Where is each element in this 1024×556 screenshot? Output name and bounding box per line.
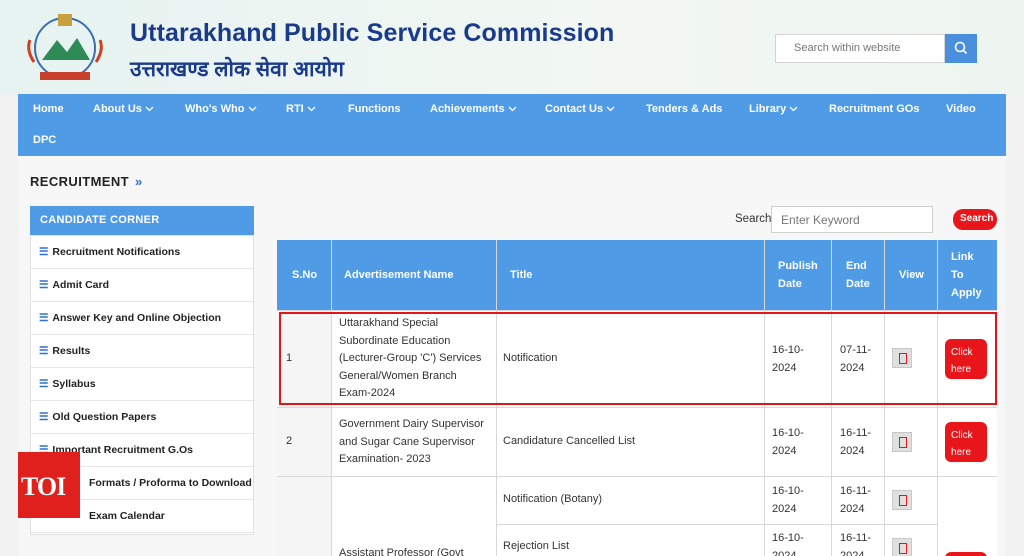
grid-line bbox=[496, 524, 937, 525]
row4-apply-button[interactable] bbox=[945, 552, 987, 556]
sidebar-item-admit-card[interactable]: ☰ Admit Card bbox=[31, 269, 255, 302]
sidebar-item-recruitment-notifications[interactable]: ☰ Recruitment Notifications bbox=[31, 236, 255, 269]
grid-line bbox=[277, 407, 997, 408]
row3-advertisement-name: Assistant Professor (Govt bbox=[339, 547, 464, 556]
menu-bars-icon: ☰ bbox=[39, 279, 49, 291]
header-view: View bbox=[899, 269, 924, 281]
nav-rti[interactable]: RTI bbox=[286, 103, 316, 115]
menu-bars-icon: ☰ bbox=[39, 345, 49, 357]
menu-bars-icon: ☰ bbox=[39, 312, 49, 324]
table-search-label: Search bbox=[735, 213, 772, 225]
row2-publish-date: 16-10- 2024 bbox=[772, 427, 804, 457]
chevron-down-icon bbox=[145, 106, 154, 112]
menu-bars-icon: ☰ bbox=[39, 246, 49, 258]
nav-contact-us[interactable]: Contact Us bbox=[545, 103, 615, 115]
site-title-english: Uttarakhand Public Service Commission bbox=[130, 19, 615, 47]
nav-dpc[interactable]: DPC bbox=[33, 134, 56, 146]
emblem-logo[interactable] bbox=[22, 10, 108, 86]
row2-sno: 2 bbox=[286, 435, 293, 447]
row4-publish-date: 16-10- 2024 bbox=[772, 532, 804, 556]
header-link-to-apply: Link To Apply bbox=[951, 251, 982, 299]
nav-home[interactable]: Home bbox=[33, 103, 64, 115]
chevron-down-icon bbox=[508, 106, 517, 112]
header-advertisement-name: Advertisement Name bbox=[344, 269, 454, 281]
menu-bars-icon: ☰ bbox=[39, 378, 49, 390]
pdf-icon[interactable] bbox=[892, 432, 912, 452]
grid-line bbox=[277, 476, 997, 477]
double-chevron-icon: » bbox=[135, 174, 143, 189]
header-end-date: End Date bbox=[846, 260, 870, 290]
nav-whos-who[interactable]: Who's Who bbox=[185, 103, 257, 115]
row4-title: Rejection List bbox=[503, 540, 570, 552]
row2-advertisement-name: Government Dairy Supervisor and Sugar Can… bbox=[339, 418, 484, 465]
pdf-icon[interactable] bbox=[892, 538, 912, 556]
table-search-input[interactable]: Enter Keyword bbox=[771, 206, 933, 233]
nav-recruitment-gos[interactable]: Recruitment GOs bbox=[829, 103, 919, 115]
row-highlight-box bbox=[279, 312, 997, 405]
header-title: Title bbox=[510, 269, 533, 281]
row3-publish-date: 16-10- 2024 bbox=[772, 485, 804, 515]
site-header: Uttarakhand Public Service Commission उत… bbox=[0, 0, 1024, 94]
sidebar-item-old-question-papers[interactable]: ☰ Old Question Papers bbox=[31, 401, 255, 434]
main-nav: Home About Us Who's Who RTI Functions Ac… bbox=[18, 94, 1006, 156]
site-search-input[interactable]: Search within website bbox=[775, 34, 945, 63]
toi-watermark-logo: TOI bbox=[18, 452, 80, 518]
pdf-icon[interactable] bbox=[892, 490, 912, 510]
sidebar-item-syllabus[interactable]: ☰ Syllabus bbox=[31, 368, 255, 401]
search-icon bbox=[954, 41, 968, 55]
row2-title: Candidature Cancelled List bbox=[503, 435, 636, 447]
nav-tenders-ads[interactable]: Tenders & Ads bbox=[646, 103, 722, 115]
table-search-button[interactable]: Search bbox=[953, 209, 997, 230]
nav-functions[interactable]: Functions bbox=[348, 103, 401, 115]
row4-end-date: 16-11- 2024 bbox=[840, 532, 871, 556]
chevron-down-icon bbox=[606, 106, 615, 112]
chevron-down-icon bbox=[248, 106, 256, 112]
site-search-button[interactable] bbox=[945, 34, 977, 63]
nav-about-us[interactable]: About Us bbox=[93, 103, 154, 115]
sidebar-item-results[interactable]: ☰ Results bbox=[31, 335, 255, 368]
header-publish-date: Publish Date bbox=[778, 260, 818, 290]
row2-apply-button[interactable]: Click here bbox=[945, 422, 987, 462]
chevron-down-icon bbox=[307, 106, 316, 112]
sidebar-heading: CANDIDATE CORNER bbox=[30, 206, 254, 235]
nav-video[interactable]: Video bbox=[946, 103, 976, 115]
nav-library[interactable]: Library bbox=[749, 103, 798, 115]
nav-achievements[interactable]: Achievements bbox=[430, 103, 517, 115]
page-title: RECRUITMENT» bbox=[30, 174, 143, 189]
header-sno: S.No bbox=[292, 269, 318, 281]
grid-line bbox=[277, 310, 997, 311]
row3-title: Notification (Botany) bbox=[503, 493, 603, 505]
row3-end-date: 16-11- 2024 bbox=[840, 485, 871, 515]
sidebar-item-answer-key[interactable]: ☰ Answer Key and Online Objection bbox=[31, 302, 255, 335]
menu-bars-icon: ☰ bbox=[39, 411, 49, 423]
site-title-hindi: उत्तराखण्ड लोक सेवा आयोग bbox=[130, 58, 344, 81]
chevron-down-icon bbox=[789, 106, 798, 112]
row2-end-date: 16-11- 2024 bbox=[840, 427, 871, 457]
